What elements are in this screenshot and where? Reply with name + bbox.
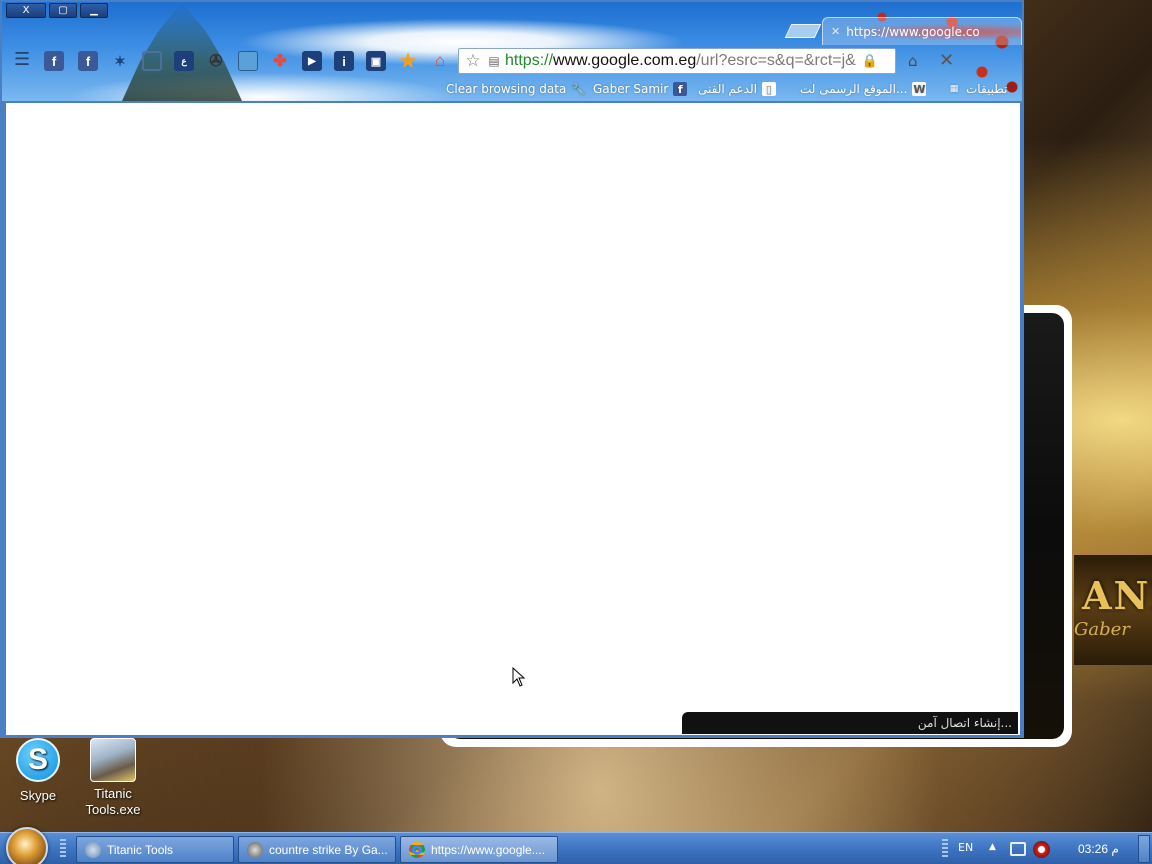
facebook-icon[interactable]: f [78, 51, 98, 71]
window-controls: X ▢ ▁ [6, 3, 108, 18]
network-icon[interactable] [1010, 842, 1026, 856]
bookmark-label: تطبيقات [966, 82, 1008, 96]
page-content[interactable] [6, 103, 1020, 735]
bookmark-apps[interactable]: ▦ تطبيقات [947, 81, 1008, 97]
pinwheel-icon[interactable]: ✤ [270, 51, 290, 71]
video-icon[interactable]: ▣ [366, 51, 386, 71]
page-icon: ▯ [761, 82, 776, 96]
maximize-window-button[interactable]: ▢ [49, 3, 77, 18]
show-hidden-icons-icon[interactable]: ▲ [989, 842, 996, 852]
close-icon[interactable]: ✕ [939, 50, 954, 71]
close-window-button[interactable]: X [6, 3, 46, 18]
browser-toolbar: ☰ f f ✶ ﻉ ✇ ✤ ▶ i ▣ ★ ⌂ ☆ ▤ https://www.… [2, 46, 1022, 76]
chrome-icon [409, 841, 425, 858]
w-icon: W [912, 82, 927, 96]
extension-icon[interactable]: ﻉ [174, 51, 194, 71]
task-titanic-tools[interactable]: Titanic Tools [76, 836, 234, 863]
extension-icon[interactable]: i [334, 51, 354, 71]
page-info-icon[interactable]: ▤ [487, 54, 501, 68]
facebook-icon: f [673, 82, 688, 96]
minimize-window-button[interactable]: ▁ [80, 3, 108, 18]
wrench-icon: 🔧 [571, 82, 586, 96]
desktop-icon-skype[interactable]: S Skype [3, 738, 73, 804]
task-counter-strike[interactable]: countre strike By Ga... [238, 836, 396, 863]
skype-icon: S [16, 738, 60, 782]
titanic-tools-icon [90, 738, 136, 782]
bookmark-label: الموقع الرسمى لت... [800, 82, 908, 96]
apps-icon: ▦ [949, 84, 959, 94]
desktop-icon-label: Titanic Tools.exe [85, 786, 141, 817]
url-host: www.google.com.eg [553, 52, 697, 69]
bookmark-official-site[interactable]: الموقع الرسمى لت... W [800, 81, 927, 97]
bookmarks-bar: ▦ تطبيقات الموقع الرسمى لت... W الدعم ال… [2, 78, 1022, 100]
banner-subtitle: Gaber [1074, 619, 1130, 640]
url-scheme: https:// [505, 52, 554, 69]
show-desktop-button[interactable] [1138, 835, 1150, 863]
tab-google[interactable]: ✕ https://www.google.co [822, 17, 1022, 45]
banner-title: ANI [1082, 573, 1152, 618]
taskbar-grip[interactable] [60, 839, 66, 859]
start-button[interactable] [6, 827, 48, 864]
task-label: Titanic Tools [107, 842, 174, 857]
tab-close-icon[interactable]: ✕ [831, 25, 840, 38]
tray-grip[interactable] [942, 839, 948, 859]
bookmark-tech-support[interactable]: الدعم الفنى ▯ [698, 81, 776, 97]
task-label: countre strike By Ga... [269, 842, 388, 857]
counter-strike-icon [247, 841, 263, 858]
home-icon[interactable]: ⌂ [430, 51, 450, 71]
extension-icon[interactable] [238, 51, 258, 71]
new-tab-button[interactable] [784, 24, 822, 38]
extension-icon[interactable]: ✶ [110, 51, 130, 71]
bookmark-gaber-samir[interactable]: Gaber Samir f [593, 81, 688, 97]
address-bar[interactable]: ☆ ▤ https://www.google.com.eg/url?esrc=s… [458, 48, 896, 74]
url-text[interactable]: https://www.google.com.eg/url?esrc=s&q=&… [505, 52, 856, 70]
tray-app-icon[interactable] [1033, 841, 1050, 858]
status-bubble: إنشاء اتصال آمن... [682, 712, 1018, 734]
language-indicator[interactable]: EN [958, 841, 973, 854]
star-icon[interactable]: ★ [398, 51, 418, 72]
bookmark-label: Gaber Samir [593, 82, 669, 96]
clock[interactable]: 03:26 م [1078, 842, 1119, 856]
browser-window: X ▢ ▁ ✕ https://www.google.co ☰ f f ✶ ﻉ … [0, 0, 1024, 738]
bookmark-clear-data[interactable]: Clear browsing data 🔧 [446, 81, 585, 97]
video-icon[interactable]: ▶ [302, 51, 322, 71]
taskbar: Titanic Tools countre strike By Ga... ht… [0, 827, 1152, 864]
menu-icon[interactable]: ☰ [14, 51, 30, 69]
url-path: /url?esrc=s&q=&rct=j& [696, 52, 856, 69]
lock-icon: 🔒 [861, 53, 879, 69]
mouse-cursor-icon [512, 667, 526, 687]
extension-icon[interactable] [142, 51, 162, 71]
tab-title: https://www.google.co [846, 24, 980, 39]
titanic-tools-icon [85, 841, 101, 858]
titanic-banner: ANI Gaber [1074, 555, 1152, 665]
bookmark-star-icon[interactable]: ☆ [463, 51, 483, 71]
facebook-icon[interactable]: f [44, 51, 64, 71]
bookmark-label: Clear browsing data [446, 82, 567, 96]
task-label: https://www.google.... [431, 842, 546, 857]
film-reel-icon[interactable]: ✇ [206, 51, 226, 71]
task-chrome[interactable]: https://www.google.... [400, 836, 558, 863]
browser-frame: X ▢ ▁ ✕ https://www.google.co ☰ f f ✶ ﻉ … [2, 2, 1022, 101]
desktop-icon-label: Skype [19, 788, 57, 803]
bookmark-label: الدعم الفنى [698, 82, 757, 96]
home-icon[interactable]: ⌂ [908, 52, 918, 70]
desktop-icon-titanic-tools[interactable]: Titanic Tools.exe [78, 738, 148, 817]
